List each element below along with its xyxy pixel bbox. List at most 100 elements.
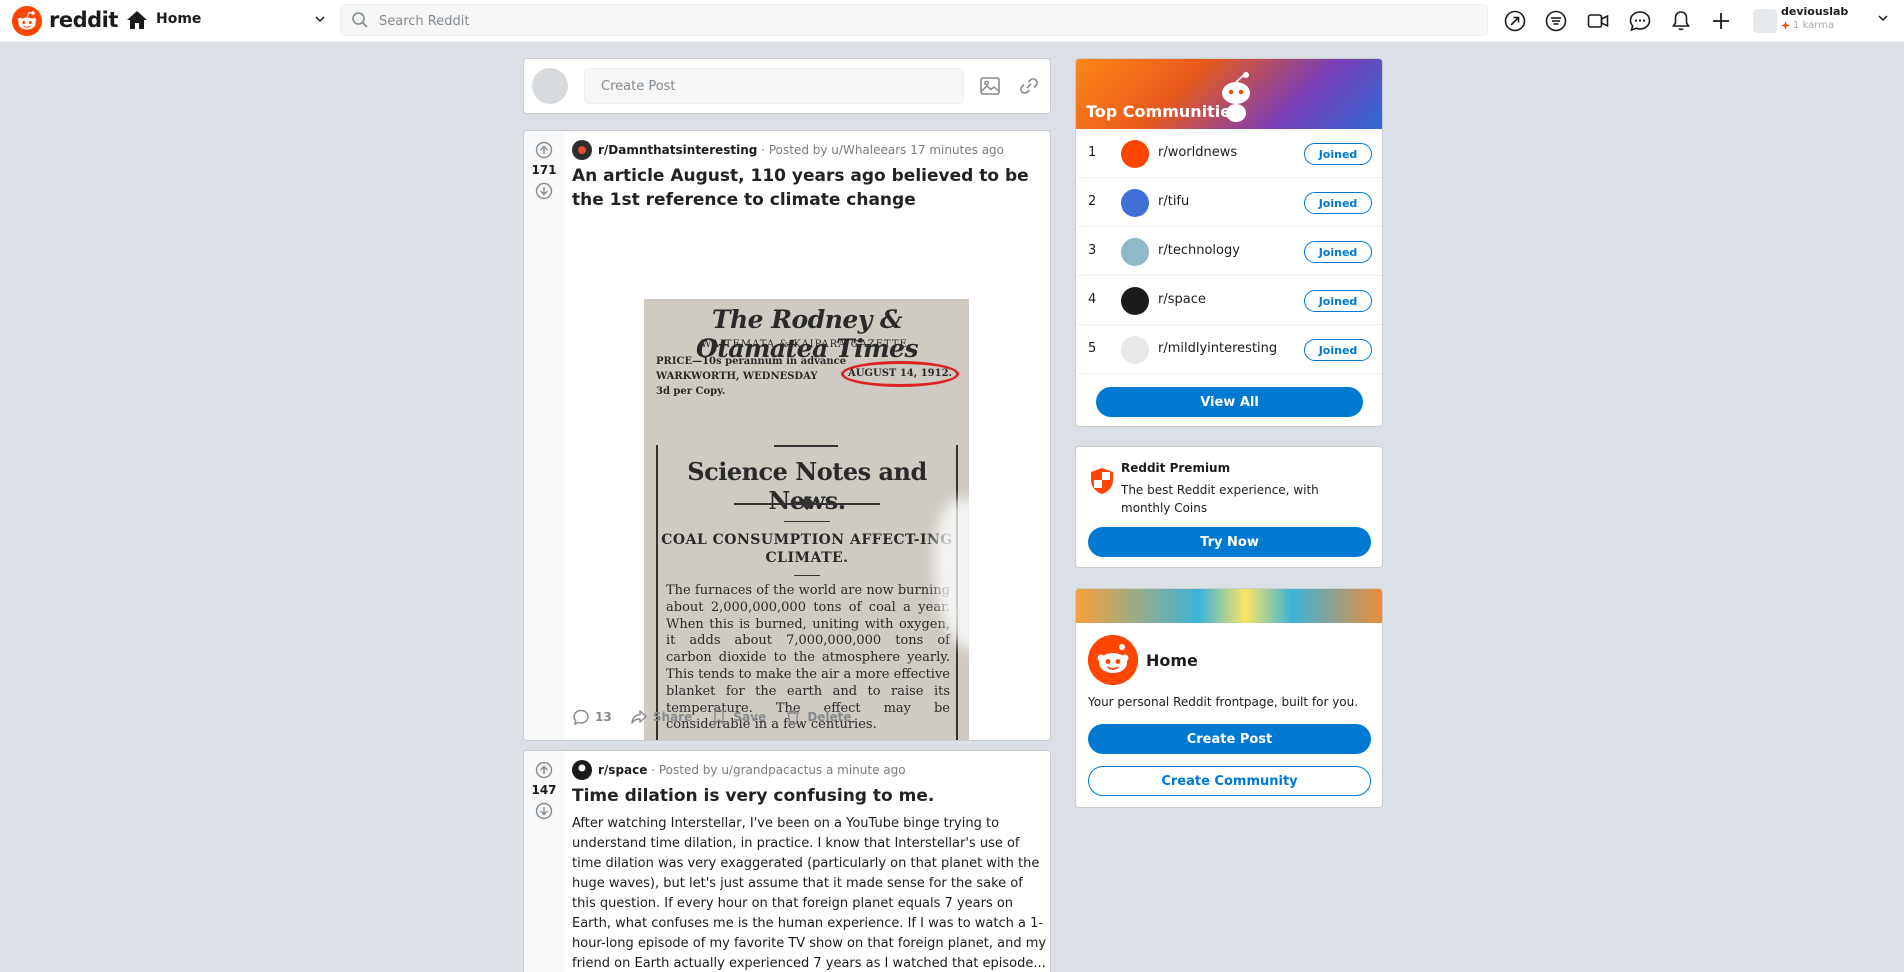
comment-icon <box>573 709 589 726</box>
community-row[interactable]: 3 r/technology Joined <box>1076 227 1382 276</box>
feed-icon[interactable] <box>1544 9 1568 33</box>
top-communities-banner: Top Communities <box>1076 59 1382 129</box>
community-avatar[interactable] <box>1121 189 1149 217</box>
post-title[interactable]: An article August, 110 years ago believe… <box>572 164 1042 212</box>
share-button[interactable]: Share <box>630 708 692 726</box>
joined-button[interactable]: Joined <box>1304 290 1372 312</box>
top-communities-title: Top Communities <box>1086 102 1241 121</box>
upvote-icon[interactable] <box>535 761 553 779</box>
community-avatar[interactable] <box>1121 238 1149 266</box>
newspaper-masthead: The Rodney & Otamatea Times <box>695 305 919 363</box>
home-card: Home Your personal Reddit frontpage, bui… <box>1075 588 1383 808</box>
notification-bell-icon[interactable] <box>1669 9 1693 33</box>
trash-icon <box>787 710 800 725</box>
downvote-icon[interactable] <box>535 182 553 200</box>
community-row[interactable]: 2 r/tifu Joined <box>1076 178 1382 227</box>
delete-button[interactable]: Delete <box>784 708 852 726</box>
search-input[interactable] <box>379 11 1469 31</box>
joined-button[interactable]: Joined <box>1304 241 1372 263</box>
subreddit-link[interactable]: r/Damnthatsinteresting <box>598 143 757 157</box>
premium-shield-icon <box>1091 468 1113 494</box>
post-actions: 13 Share Save Delete <box>572 708 866 732</box>
chevron-down-icon <box>1878 15 1888 22</box>
username: deviouslab <box>1781 5 1849 18</box>
newspaper-image[interactable]: The Rodney & Otamatea Times WAITEMATA & … <box>644 299 969 740</box>
view-all-button[interactable]: View All <box>1096 387 1363 417</box>
community-row[interactable]: 1 r/worldnews Joined <box>1076 129 1382 178</box>
newspaper-copy-price: 3d per Copy. <box>656 386 726 397</box>
reddit-logo-icon[interactable] <box>12 6 42 36</box>
upvote-icon[interactable] <box>535 141 553 159</box>
bookmark-icon <box>714 709 725 725</box>
delete-label: Delete <box>807 710 852 724</box>
community-rank: 3 <box>1088 243 1097 258</box>
search-bar[interactable] <box>340 4 1488 36</box>
comments-button[interactable]: 13 <box>572 708 612 726</box>
home-snoo-icon <box>1088 635 1138 685</box>
home-banner <box>1076 589 1382 623</box>
newspaper-location: WARKWORTH, WEDNESDAY <box>656 371 818 382</box>
vote-column: 147 <box>524 751 564 972</box>
joined-button[interactable]: Joined <box>1304 339 1372 361</box>
community-name[interactable]: r/technology <box>1158 243 1240 258</box>
post-meta: r/Damnthatsinteresting · Posted by u/Wha… <box>572 140 1004 160</box>
community-avatar[interactable] <box>1121 140 1149 168</box>
post-card[interactable]: 147 r/space · Posted by u/grandpacactus … <box>523 750 1051 972</box>
image-upload-icon[interactable] <box>979 75 1001 97</box>
create-community-button[interactable]: Create Community <box>1088 766 1371 796</box>
community-name[interactable]: r/mildlyinteresting <box>1158 341 1277 356</box>
divider <box>794 575 820 576</box>
reddit-wordmark[interactable]: reddit <box>49 8 118 32</box>
community-row[interactable]: 5 r/mildlyinteresting Joined <box>1076 325 1382 374</box>
karma-icon <box>1781 21 1790 30</box>
subreddit-link[interactable]: r/space <box>598 763 647 777</box>
save-button[interactable]: Save <box>710 708 766 726</box>
community-avatar[interactable] <box>1121 336 1149 364</box>
chevron-down-icon <box>315 16 325 23</box>
search-icon <box>352 12 368 28</box>
share-icon <box>631 710 647 724</box>
posted-by[interactable]: Posted by u/grandpacactus a minute ago <box>659 763 906 777</box>
community-name[interactable]: r/worldnews <box>1158 145 1237 160</box>
community-name[interactable]: r/tifu <box>1158 194 1189 209</box>
create-post-input[interactable] <box>584 68 964 104</box>
community-rank: 4 <box>1088 292 1097 307</box>
post-title[interactable]: Time dilation is very confusing to me. <box>572 784 1042 808</box>
top-communities-card: Top Communities 1 r/worldnews Joined 2 r… <box>1075 58 1383 427</box>
community-rank: 2 <box>1088 194 1097 209</box>
plus-icon[interactable] <box>1709 9 1733 33</box>
community-avatar[interactable] <box>1121 287 1149 315</box>
user-avatar[interactable] <box>532 68 568 104</box>
subreddit-avatar[interactable] <box>572 760 592 780</box>
downvote-icon[interactable] <box>535 802 553 820</box>
joined-button[interactable]: Joined <box>1304 192 1372 214</box>
joined-button[interactable]: Joined <box>1304 143 1372 165</box>
user-menu[interactable]: deviouslab 1 karma <box>1753 4 1889 38</box>
top-header: reddit Home Search Reddit deviouslab 1 k… <box>0 0 1904 42</box>
subreddit-avatar[interactable] <box>572 140 592 160</box>
community-name[interactable]: r/space <box>1158 292 1206 307</box>
posted-by[interactable]: Posted by u/Whaleears 17 minutes ago <box>769 143 1004 157</box>
comment-count: 13 <box>595 710 612 724</box>
post-body: After watching Interstellar, I've been o… <box>572 816 1047 971</box>
karma-count: 1 karma <box>1793 20 1835 31</box>
premium-title: Reddit Premium <box>1121 461 1231 475</box>
chat-icon[interactable] <box>1628 9 1652 33</box>
try-now-button[interactable]: Try Now <box>1088 527 1371 557</box>
community-row[interactable]: 4 r/space Joined <box>1076 276 1382 325</box>
newspaper-date: AUGUST 14, 1912. <box>841 361 959 387</box>
link-icon[interactable] <box>1018 75 1040 97</box>
home-card-description: Your personal Reddit frontpage, built fo… <box>1088 695 1359 709</box>
post-card[interactable]: 171 r/Damnthatsinteresting · Posted by u… <box>523 130 1051 741</box>
vote-score: 147 <box>531 783 557 797</box>
home-nav-label: Home <box>156 11 202 27</box>
save-label: Save <box>733 710 767 724</box>
community-rank: 5 <box>1088 341 1097 356</box>
create-post-button[interactable]: Create Post <box>1088 724 1371 754</box>
share-label: Share <box>652 710 693 724</box>
home-dropdown[interactable]: Home <box>126 7 326 35</box>
premium-card: Reddit Premium The best Reddit experienc… <box>1075 446 1383 568</box>
video-icon[interactable] <box>1586 9 1610 33</box>
popular-icon[interactable] <box>1503 9 1527 33</box>
home-card-title: Home <box>1146 651 1198 670</box>
